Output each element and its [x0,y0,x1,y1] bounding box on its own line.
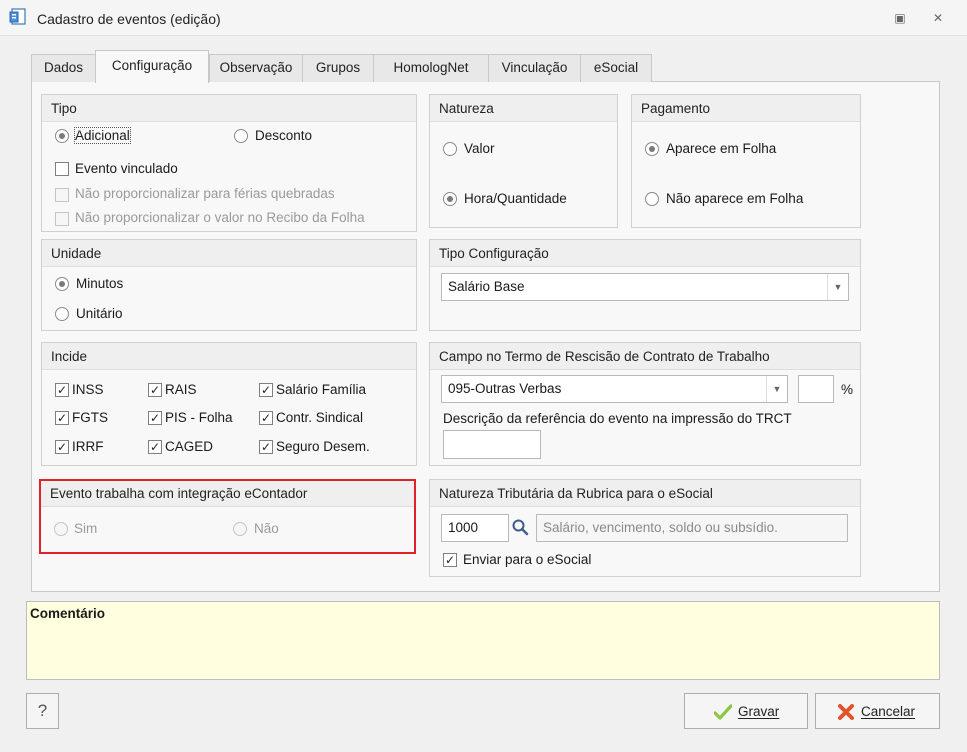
tipo-configuracao-value: Salário Base [448,279,525,294]
unidade-group: Unidade Minutos Unitário [41,239,417,331]
minutos-radio[interactable] [55,277,69,291]
rubrica-code-input[interactable]: 1000 [441,514,509,542]
inss-label[interactable]: INSS [72,382,104,397]
natureza-tributaria-group: Natureza Tributária da Rubrica para o eS… [429,479,861,577]
natureza-group-title: Natureza [430,95,617,122]
rais-label[interactable]: RAIS [165,382,197,397]
inss-checkbox[interactable]: ✓ [55,383,69,397]
check-icon [714,704,732,720]
fgts-label[interactable]: FGTS [72,410,108,425]
aparece-folha-radio[interactable] [645,142,659,156]
save-label: Gravar [738,704,780,719]
highlight-box [39,479,416,554]
tipo-configuracao-title: Tipo Configuração [430,240,860,267]
fgts-checkbox[interactable]: ✓ [55,411,69,425]
contr-sindical-label[interactable]: Contr. Sindical [276,410,363,425]
enviar-esocial-checkbox[interactable]: ✓ [443,553,457,567]
restore-icon[interactable]: ▣ [893,11,907,25]
nao-aparece-folha-radio[interactable] [645,192,659,206]
comment-area[interactable]: Comentário [26,601,940,680]
rais-checkbox[interactable]: ✓ [148,383,162,397]
tipo-configuracao-select[interactable]: Salário Base [441,273,849,301]
pagamento-group-title: Pagamento [632,95,860,122]
adicional-label[interactable]: Adicional [74,127,131,144]
hora-quantidade-radio[interactable] [443,192,457,206]
title-bar: Cadastro de eventos (edição) ▣ ✕ [0,0,967,36]
tipo-group-title: Tipo [42,95,416,122]
valor-radio[interactable] [443,142,457,156]
minutos-label[interactable]: Minutos [76,276,123,291]
salario-familia-checkbox[interactable]: ✓ [259,383,273,397]
tipo-configuracao-group: Tipo Configuração Salário Base ▼ [429,239,861,331]
chevron-down-icon[interactable]: ▼ [766,376,787,402]
comment-title: Comentário [30,606,106,621]
unitario-radio[interactable] [55,307,69,321]
recibo-folha-label: Não proporcionalizar o valor no Recibo d… [75,210,365,225]
close-icon[interactable]: ✕ [931,11,945,25]
campo-trct-title: Campo no Termo de Rescisão de Contrato d… [430,343,860,370]
tab-configuracao[interactable]: Configuração [95,50,209,83]
percent-input[interactable] [798,375,834,403]
evento-vinculado-label[interactable]: Evento vinculado [75,161,178,176]
unidade-group-title: Unidade [42,240,416,267]
x-icon [838,704,854,720]
tipo-group: Tipo Adicional Desconto Evento vinculado… [41,94,417,232]
caged-label[interactable]: CAGED [165,439,213,454]
tab-vinculacao[interactable]: Vinculação [488,54,581,82]
irrf-label[interactable]: IRRF [72,439,104,454]
pagamento-group: Pagamento Aparece em Folha Não aparece e… [631,94,861,228]
campo-trct-group: Campo no Termo de Rescisão de Contrato d… [429,342,861,466]
salario-familia-label[interactable]: Salário Família [276,382,366,397]
campo-trct-value: 095-Outras Verbas [448,381,562,396]
desconto-label[interactable]: Desconto [255,128,312,143]
cancel-button[interactable]: Cancelar [815,693,940,729]
search-icon[interactable] [511,518,529,536]
incide-group-title: Incide [42,343,416,370]
ferias-quebradas-label: Não proporcionalizar para férias quebrad… [75,186,335,201]
app-icon [9,8,26,25]
incide-group: Incide ✓ INSS ✓ RAIS ✓ Salário Família ✓… [41,342,417,466]
nao-aparece-folha-label[interactable]: Não aparece em Folha [666,191,803,206]
save-button[interactable]: Gravar [684,693,808,729]
pis-folha-checkbox[interactable]: ✓ [148,411,162,425]
enviar-esocial-label[interactable]: Enviar para o eSocial [463,552,591,567]
recibo-folha-checkbox[interactable] [55,212,69,226]
chevron-down-icon[interactable]: ▼ [827,274,848,300]
percent-symbol: % [841,382,854,397]
tab-esocial[interactable]: eSocial [580,54,652,82]
tab-homolognet[interactable]: HomologNet [373,54,489,82]
contr-sindical-checkbox[interactable]: ✓ [259,411,273,425]
evento-vinculado-checkbox[interactable] [55,162,69,176]
rubrica-description-field: Salário, vencimento, soldo ou subsídio. [536,514,848,542]
window-title: Cadastro de eventos (edição) [37,11,221,27]
campo-trct-select[interactable]: 095-Outras Verbas [441,375,788,403]
seguro-desem-label[interactable]: Seguro Desem. [276,439,370,454]
irrf-checkbox[interactable]: ✓ [55,440,69,454]
cancel-label: Cancelar [861,704,916,719]
caged-checkbox[interactable]: ✓ [148,440,162,454]
natureza-tributaria-title: Natureza Tributária da Rubrica para o eS… [430,480,860,507]
natureza-group: Natureza Valor Hora/Quantidade [429,94,618,228]
adicional-radio[interactable] [55,129,69,143]
valor-label[interactable]: Valor [464,141,495,156]
descricao-trct-label: Descrição da referência do evento na imp… [443,411,792,426]
tab-observacao[interactable]: Observação [209,54,303,82]
tab-dados[interactable]: Dados [31,54,96,82]
pis-folha-label[interactable]: PIS - Folha [165,410,233,425]
hora-quantidade-label[interactable]: Hora/Quantidade [464,191,567,206]
aparece-folha-label[interactable]: Aparece em Folha [666,141,776,156]
descricao-trct-input[interactable] [443,430,541,459]
seguro-desem-checkbox[interactable]: ✓ [259,440,273,454]
ferias-quebradas-checkbox[interactable] [55,188,69,202]
unitario-label[interactable]: Unitário [76,306,123,321]
help-button[interactable]: ? [26,693,59,729]
tab-grupos[interactable]: Grupos [302,54,374,82]
desconto-radio[interactable] [234,129,248,143]
